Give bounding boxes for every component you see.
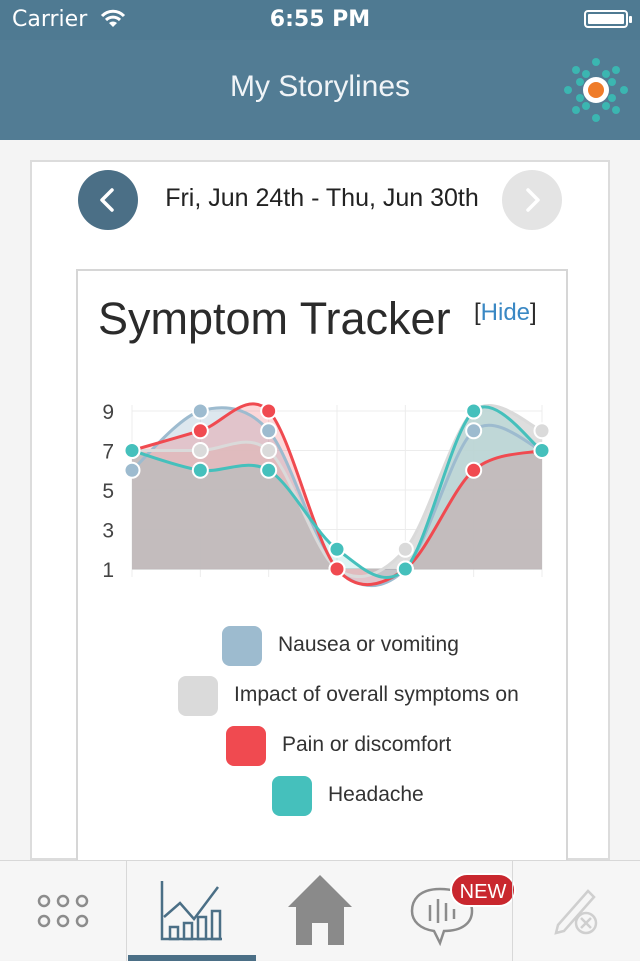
home-icon — [288, 875, 352, 945]
chart-icon — [160, 881, 222, 941]
legend-label: Nausea or vomiting — [278, 633, 459, 656]
legend-label: Pain or discomfort — [282, 733, 452, 756]
card-title: Symptom Tracker — [98, 293, 451, 344]
data-point — [465, 422, 483, 440]
menu-grid-icon — [37, 894, 89, 928]
y-tick-label: 9 — [102, 401, 114, 424]
legend-label: Impact of overall symptoms on — [234, 683, 519, 706]
legend-swatch — [178, 676, 218, 716]
data-point — [396, 560, 414, 578]
new-badge: NEW — [450, 873, 516, 907]
date-navigator: Fri, Jun 24th - Thu, Jun 30th — [32, 162, 612, 242]
y-tick-label: 7 — [102, 441, 114, 464]
active-tab-indicator — [128, 955, 256, 961]
legend-label: Headache — [328, 783, 424, 806]
data-point — [328, 560, 346, 578]
data-point — [191, 461, 209, 479]
symptom-tracker-card: Symptom Tracker [Hide] 9 7 5 3 1 Nausea or v… — [76, 269, 568, 869]
legend-swatch — [272, 776, 312, 816]
data-point — [191, 422, 209, 440]
y-tick-label: 3 — [102, 520, 114, 543]
data-point — [328, 540, 346, 558]
tab-messages[interactable]: NEW — [384, 861, 516, 961]
legend-swatch — [222, 626, 262, 666]
battery-icon — [584, 10, 632, 28]
app-logo-icon[interactable] — [560, 54, 632, 126]
edit-icon — [554, 889, 598, 935]
date-range-label: Fri, Jun 24th - Thu, Jun 30th — [165, 184, 479, 212]
data-point — [260, 461, 278, 479]
data-point — [123, 461, 141, 479]
data-point — [191, 442, 209, 459]
storyline-panel: Fri, Jun 24th - Thu, Jun 30th Symptom Tr… — [30, 160, 612, 869]
status-bar: Carrier 6:55 PM — [0, 0, 640, 40]
hide-bracket-close: ] — [530, 299, 537, 326]
symptom-chart: 9 7 5 3 1 — [102, 401, 551, 588]
tab-home[interactable] — [256, 861, 384, 961]
next-week-button[interactable] — [502, 170, 562, 230]
hide-link[interactable]: Hide — [481, 299, 530, 326]
data-point — [465, 402, 483, 420]
previous-week-button[interactable] — [78, 170, 138, 230]
data-point — [123, 442, 141, 459]
nav-bar: My Storylines — [0, 40, 640, 140]
tab-bar: NEW — [0, 860, 640, 961]
tab-edit[interactable] — [512, 861, 640, 961]
data-point — [191, 402, 209, 420]
legend-swatch — [226, 726, 266, 766]
data-point — [465, 461, 483, 479]
data-point — [533, 442, 551, 459]
clock: 6:55 PM — [269, 7, 371, 32]
chevron-left-icon — [100, 188, 114, 212]
chart-legend: Nausea or vomiting Impact of overall symp… — [78, 626, 566, 826]
tab-menu[interactable] — [0, 861, 126, 961]
data-point — [396, 540, 414, 558]
data-point — [260, 442, 278, 459]
y-tick-label: 1 — [102, 559, 114, 582]
chevron-right-icon — [526, 188, 540, 212]
page-title: My Storylines — [229, 70, 411, 103]
hide-bracket-open: [ — [474, 299, 481, 326]
y-tick-label: 5 — [102, 480, 114, 503]
hide-toggle[interactable]: [Hide] — [474, 299, 537, 327]
tab-chart[interactable] — [128, 861, 256, 961]
data-point — [260, 422, 278, 440]
data-point — [260, 402, 278, 420]
data-point — [533, 422, 551, 440]
